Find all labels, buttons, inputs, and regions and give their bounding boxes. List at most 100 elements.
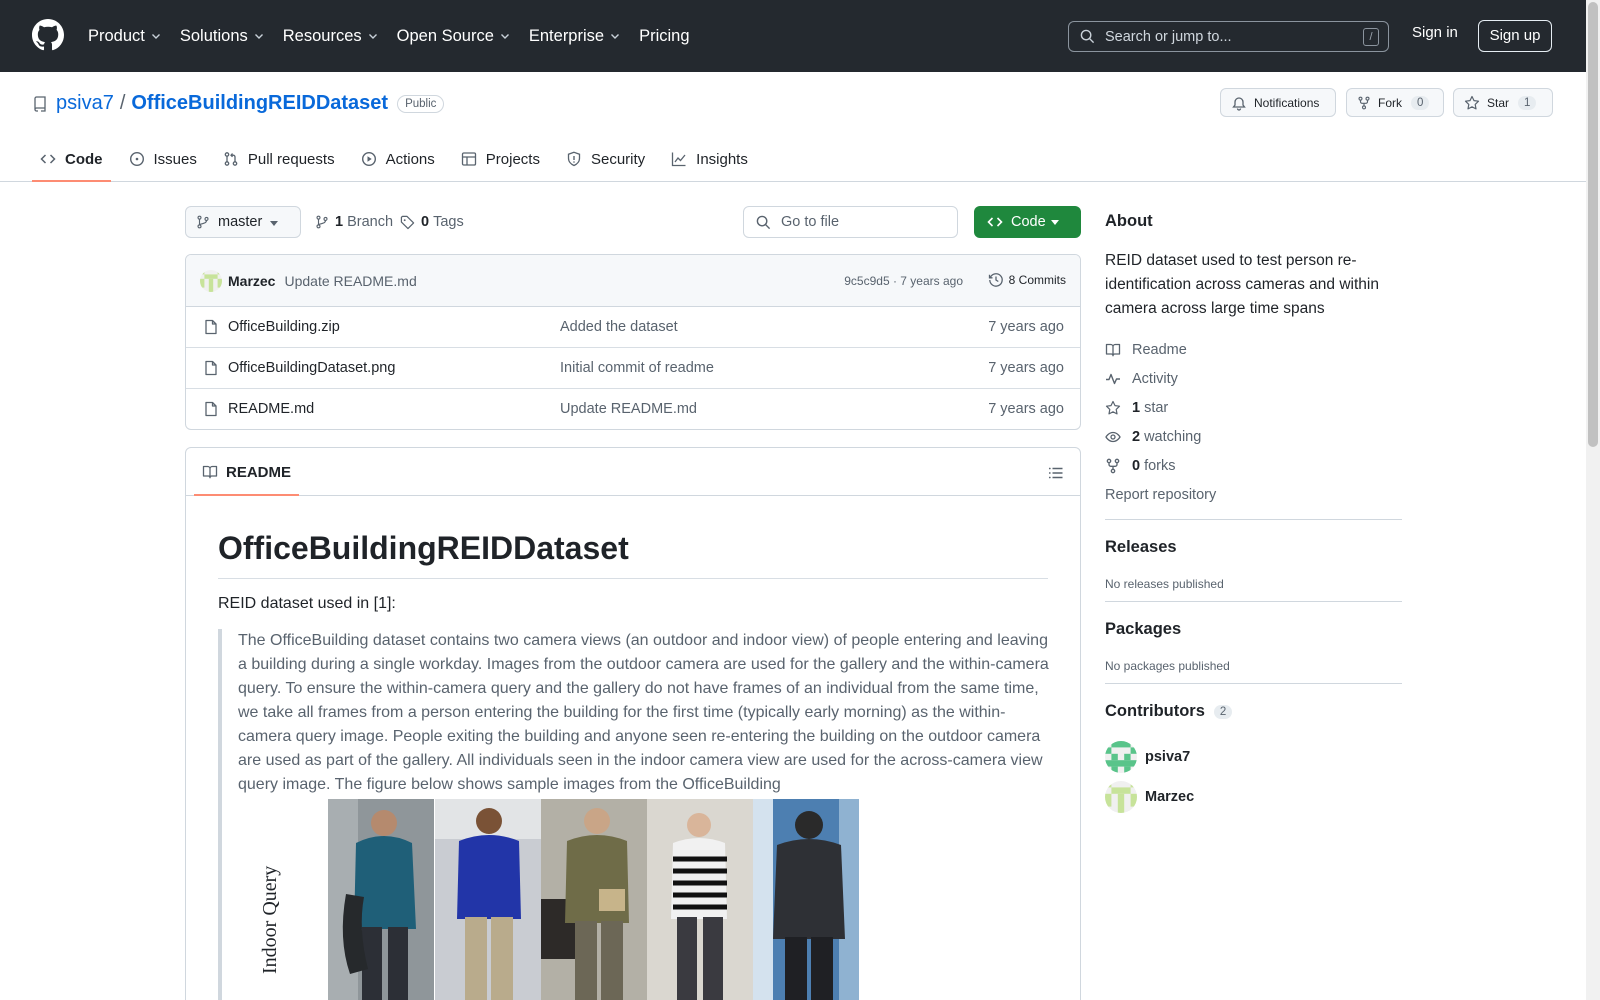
branch-label: Branch <box>347 214 394 230</box>
tab-pull-requests[interactable]: Pull requests <box>215 136 343 182</box>
tab-security[interactable]: Security <box>558 136 653 182</box>
tab-actions[interactable]: Actions <box>353 136 443 182</box>
notifications-label: Notifications <box>1254 95 1320 110</box>
tab-label: Pull requests <box>247 150 335 168</box>
author-avatar[interactable] <box>200 269 222 292</box>
packages-empty-text: No packages published <box>1105 659 1230 673</box>
tab-projects[interactable]: Projects <box>453 136 548 182</box>
activity-link-label: Activity <box>1132 370 1178 387</box>
releases-heading[interactable]: Releases <box>1105 538 1402 557</box>
activity-link[interactable]: Activity <box>1105 364 1402 393</box>
forks-link[interactable]: 0 forks <box>1105 451 1402 480</box>
readme-body: OfficeBuildingREIDDataset REID dataset u… <box>186 530 1080 1000</box>
play-circle-icon <box>361 151 376 167</box>
releases-empty-text: No releases published <box>1105 577 1224 591</box>
file-icon <box>205 319 217 335</box>
watching-link[interactable]: 2 watching <box>1105 422 1402 451</box>
nav-enterprise[interactable]: Enterprise <box>529 27 621 46</box>
notifications-button[interactable]: Notifications <box>1220 88 1336 117</box>
readme-link[interactable]: Readme <box>1105 335 1402 364</box>
code-button-label: Code <box>1011 214 1046 230</box>
search-icon <box>1080 29 1095 44</box>
file-name[interactable]: OfficeBuilding.zip <box>228 319 340 335</box>
search-input[interactable]: Search or jump to... / <box>1068 21 1389 52</box>
sample-person-image <box>647 799 753 1000</box>
file-time: 7 years ago <box>988 360 1064 376</box>
readme-tab[interactable]: README <box>194 448 300 496</box>
tab-label: Security <box>590 150 646 168</box>
tag-count: 0 <box>421 214 430 230</box>
book-icon <box>1105 343 1121 356</box>
contributor-name: Marzec <box>1145 789 1195 805</box>
eye-icon <box>1105 431 1121 442</box>
file-commit-message[interactable]: Update README.md <box>560 401 697 417</box>
readme-link-label: Readme <box>1132 341 1187 358</box>
repo-tabs: Code Issues Pull requests Actions Projec… <box>32 136 766 182</box>
file-name[interactable]: OfficeBuildingDataset.png <box>228 360 395 376</box>
graph-icon <box>672 152 686 167</box>
commit-author[interactable]: Marzec <box>228 273 275 289</box>
sample-person-image <box>753 799 859 1000</box>
nav-resources[interactable]: Resources <box>283 27 379 46</box>
star-label: Star <box>1487 95 1510 110</box>
tag-icon <box>400 215 415 229</box>
contributor-item[interactable]: Marzec <box>1105 781 1402 813</box>
repo-name-link[interactable]: OfficeBuildingREIDDataset <box>131 92 388 115</box>
sign-up-button[interactable]: Sign up <box>1478 20 1552 52</box>
tab-label: Insights <box>696 150 748 168</box>
repo-owner-link[interactable]: psiva7 <box>56 92 114 115</box>
tab-issues[interactable]: Issues <box>121 136 205 182</box>
tab-insights[interactable]: Insights <box>663 136 756 182</box>
file-row: OfficeBuildingDataset.png Initial commit… <box>186 348 1080 389</box>
file-commit-message[interactable]: Initial commit of readme <box>560 360 714 376</box>
stars-count: 1 <box>1132 399 1141 416</box>
contributors-heading-label: Contributors <box>1105 702 1205 720</box>
github-logo-icon[interactable] <box>32 19 64 51</box>
releases-section: Releases No releases published <box>1105 519 1402 591</box>
fork-icon <box>1358 96 1370 109</box>
star-count: 1 <box>1518 95 1537 110</box>
branch-selector[interactable]: master <box>185 206 301 238</box>
report-repository-link[interactable]: Report repository <box>1105 480 1402 509</box>
star-icon <box>1105 400 1121 414</box>
file-time: 7 years ago <box>988 401 1064 417</box>
fork-button[interactable]: Fork 0 <box>1346 88 1444 117</box>
branches-link[interactable]: 1 Branch <box>315 206 393 238</box>
fork-label: Fork <box>1378 95 1402 110</box>
file-commit-message[interactable]: Added the dataset <box>560 319 678 335</box>
chevron-down-icon <box>368 34 377 39</box>
repo-title: psiva7 / OfficeBuildingREIDDataset Publi… <box>32 92 445 115</box>
watching-count: 2 <box>1132 428 1141 445</box>
code-icon <box>987 217 1003 227</box>
tags-link[interactable]: 0 Tags <box>400 206 464 238</box>
commit-message[interactable]: Update README.md <box>284 273 416 289</box>
issue-icon <box>129 151 144 167</box>
nav-open-source[interactable]: Open Source <box>397 27 511 46</box>
sign-in-link[interactable]: Sign in <box>1412 24 1458 41</box>
page-scrollbar[interactable] <box>1586 0 1600 1000</box>
contributors-count: 2 <box>1213 704 1233 719</box>
code-dropdown-button[interactable]: Code <box>974 206 1081 238</box>
stars-label: star <box>1144 399 1169 416</box>
contributor-item[interactable]: psiva7 <box>1105 741 1402 773</box>
repo-separator: / <box>119 92 126 114</box>
caret-down-icon <box>270 221 278 226</box>
contributors-heading[interactable]: Contributors 2 <box>1105 702 1402 721</box>
star-button[interactable]: Star 1 <box>1453 88 1553 117</box>
commit-meta[interactable]: 9c5c9d5 · 7 years ago <box>844 274 963 288</box>
about-links: Readme Activity 1 star 2 watching 0 fork… <box>1105 335 1402 509</box>
nav-product[interactable]: Product <box>88 27 162 46</box>
file-name[interactable]: README.md <box>228 401 314 417</box>
nav-pricing[interactable]: Pricing <box>639 27 689 46</box>
scrollbar-thumb[interactable] <box>1588 2 1598 447</box>
nav-solutions[interactable]: Solutions <box>180 27 265 46</box>
avatar <box>1105 741 1137 773</box>
go-to-file-input[interactable]: Go to file <box>743 206 958 238</box>
branch-icon <box>316 215 328 229</box>
list-outline-icon[interactable] <box>1048 465 1064 481</box>
tab-code[interactable]: Code <box>32 136 111 182</box>
search-icon <box>756 215 771 229</box>
stars-link[interactable]: 1 star <box>1105 393 1402 422</box>
commits-link[interactable]: 8 Commits <box>988 272 1066 288</box>
packages-heading[interactable]: Packages <box>1105 620 1402 639</box>
